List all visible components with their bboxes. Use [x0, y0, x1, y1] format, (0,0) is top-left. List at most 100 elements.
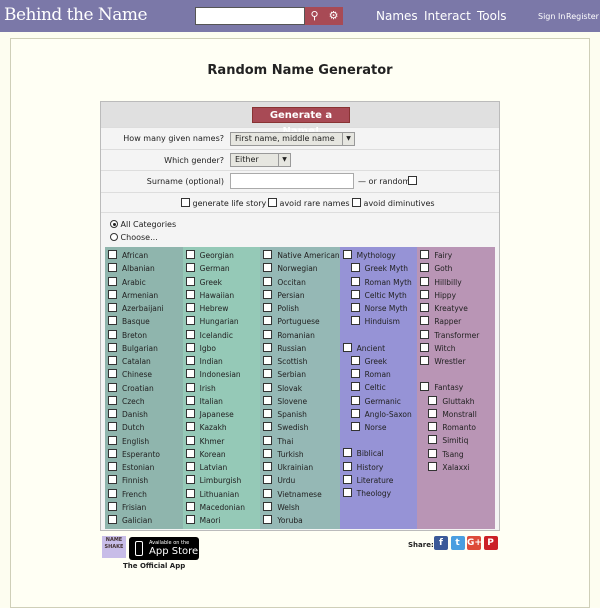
category-item[interactable]: Slovak [260, 382, 339, 395]
facebook-icon[interactable]: f [434, 536, 448, 550]
category-item[interactable]: Rapper [417, 315, 495, 328]
category-item[interactable]: Czech [105, 395, 183, 408]
category-checkbox[interactable] [420, 303, 430, 312]
category-item[interactable]: Estonian [105, 461, 183, 474]
category-item[interactable]: Wrestler [417, 355, 495, 368]
category-checkbox[interactable] [350, 422, 360, 431]
category-checkbox[interactable] [263, 342, 273, 352]
category-checkbox[interactable] [108, 515, 117, 524]
category-checkbox[interactable] [428, 408, 438, 418]
search-icon[interactable]: ⚲ [305, 7, 324, 25]
category-item[interactable]: Hillbilly [417, 276, 495, 289]
category-checkbox[interactable] [342, 342, 352, 352]
category-checkbox[interactable] [185, 316, 195, 326]
category-item[interactable]: French [105, 488, 183, 501]
category-checkbox[interactable] [420, 250, 430, 259]
category-item[interactable]: Serbian [260, 368, 339, 381]
category-checkbox[interactable] [350, 395, 360, 405]
category-item[interactable]: Anglo-Saxon [340, 408, 418, 421]
category-checkbox[interactable] [342, 474, 352, 484]
category-item[interactable]: Hinduism [340, 315, 418, 328]
search-input[interactable] [195, 7, 305, 25]
category-checkbox[interactable] [108, 263, 117, 273]
category-checkbox[interactable] [428, 395, 438, 405]
avoid-rare-checkbox[interactable] [268, 198, 277, 207]
category-item[interactable]: Limburgish [183, 474, 261, 487]
category-item[interactable]: Bulgarian [105, 342, 183, 355]
category-item[interactable]: Gluttakh [417, 395, 495, 408]
category-checkbox[interactable] [350, 355, 360, 365]
category-checkbox[interactable] [428, 448, 438, 458]
logo[interactable]: Behind the Name [4, 5, 148, 25]
choose-radio[interactable] [110, 233, 118, 241]
category-checkbox[interactable] [263, 475, 273, 485]
category-item[interactable]: Slovene [260, 395, 339, 408]
category-item[interactable]: Vietnamese [260, 488, 339, 501]
category-item[interactable]: Dutch [105, 421, 183, 434]
category-checkbox[interactable] [420, 276, 430, 286]
category-item[interactable]: Monstrall [417, 408, 495, 421]
category-item[interactable]: Khmer [183, 435, 261, 448]
category-checkbox[interactable] [108, 382, 117, 392]
category-item[interactable]: Indian [183, 355, 261, 368]
category-item[interactable]: German [183, 262, 261, 275]
category-checkbox[interactable] [263, 395, 273, 405]
category-checkbox[interactable] [263, 369, 273, 379]
category-checkbox[interactable] [108, 435, 117, 445]
category-item[interactable]: Irish [183, 382, 261, 395]
category-item[interactable]: Catalan [105, 355, 183, 368]
category-item[interactable]: Romanian [260, 329, 339, 342]
category-item[interactable]: Finnish [105, 474, 183, 487]
category-checkbox[interactable] [263, 501, 273, 511]
category-checkbox[interactable] [185, 488, 195, 498]
category-item[interactable]: History [340, 461, 418, 474]
category-item[interactable]: Hungarian [183, 315, 261, 328]
category-checkbox[interactable] [263, 356, 273, 365]
category-checkbox[interactable] [342, 461, 352, 471]
category-checkbox[interactable] [428, 422, 438, 431]
register-link[interactable]: Register [566, 12, 599, 21]
category-checkbox[interactable] [420, 342, 430, 352]
category-item[interactable]: Occitan [260, 276, 339, 289]
category-item[interactable]: Georgian [183, 249, 261, 262]
category-item[interactable]: Esperanto [105, 448, 183, 461]
category-checkbox[interactable] [263, 488, 273, 498]
avoid-diminutives-checkbox[interactable] [352, 198, 361, 207]
category-item[interactable]: Maori [183, 514, 261, 527]
category-item[interactable]: Urdu [260, 474, 339, 487]
category-checkbox[interactable] [428, 435, 438, 445]
category-item[interactable]: Ukrainian [260, 461, 339, 474]
category-item[interactable]: Spanish [260, 408, 339, 421]
nav-tools[interactable]: Tools [477, 9, 507, 23]
category-item[interactable]: Fairy [417, 249, 495, 262]
category-checkbox[interactable] [263, 448, 273, 458]
category-item[interactable]: Danish [105, 408, 183, 421]
category-item[interactable]: Germanic [340, 395, 418, 408]
category-item[interactable]: Biblical [340, 447, 418, 460]
category-item[interactable]: Xalaxxi [417, 461, 495, 474]
category-item[interactable]: Macedonian [183, 501, 261, 514]
nameshake-logo[interactable]: NAME SHAKE [102, 536, 126, 558]
category-checkbox[interactable] [350, 289, 360, 299]
category-item[interactable]: Portuguese [260, 315, 339, 328]
category-item[interactable]: Arabic [105, 276, 183, 289]
nav-interact[interactable]: Interact [424, 9, 471, 23]
category-checkbox[interactable] [350, 263, 360, 273]
category-item[interactable]: Azerbaijani [105, 302, 183, 315]
category-checkbox[interactable] [263, 435, 273, 445]
category-item[interactable]: Mythology [340, 249, 418, 262]
category-checkbox[interactable] [108, 475, 117, 485]
category-item[interactable]: Japanese [183, 408, 261, 421]
category-checkbox[interactable] [185, 395, 195, 405]
category-item[interactable]: Swedish [260, 421, 339, 434]
category-item[interactable]: Greek [183, 276, 261, 289]
category-item[interactable]: Hawaiian [183, 289, 261, 302]
category-item[interactable]: English [105, 435, 183, 448]
category-checkbox[interactable] [185, 501, 195, 511]
category-checkbox[interactable] [350, 303, 360, 312]
category-checkbox[interactable] [420, 289, 430, 299]
category-checkbox[interactable] [185, 435, 195, 445]
category-item[interactable]: Tsang [417, 448, 495, 461]
twitter-icon[interactable]: t [450, 536, 465, 550]
category-checkbox[interactable] [185, 356, 195, 365]
